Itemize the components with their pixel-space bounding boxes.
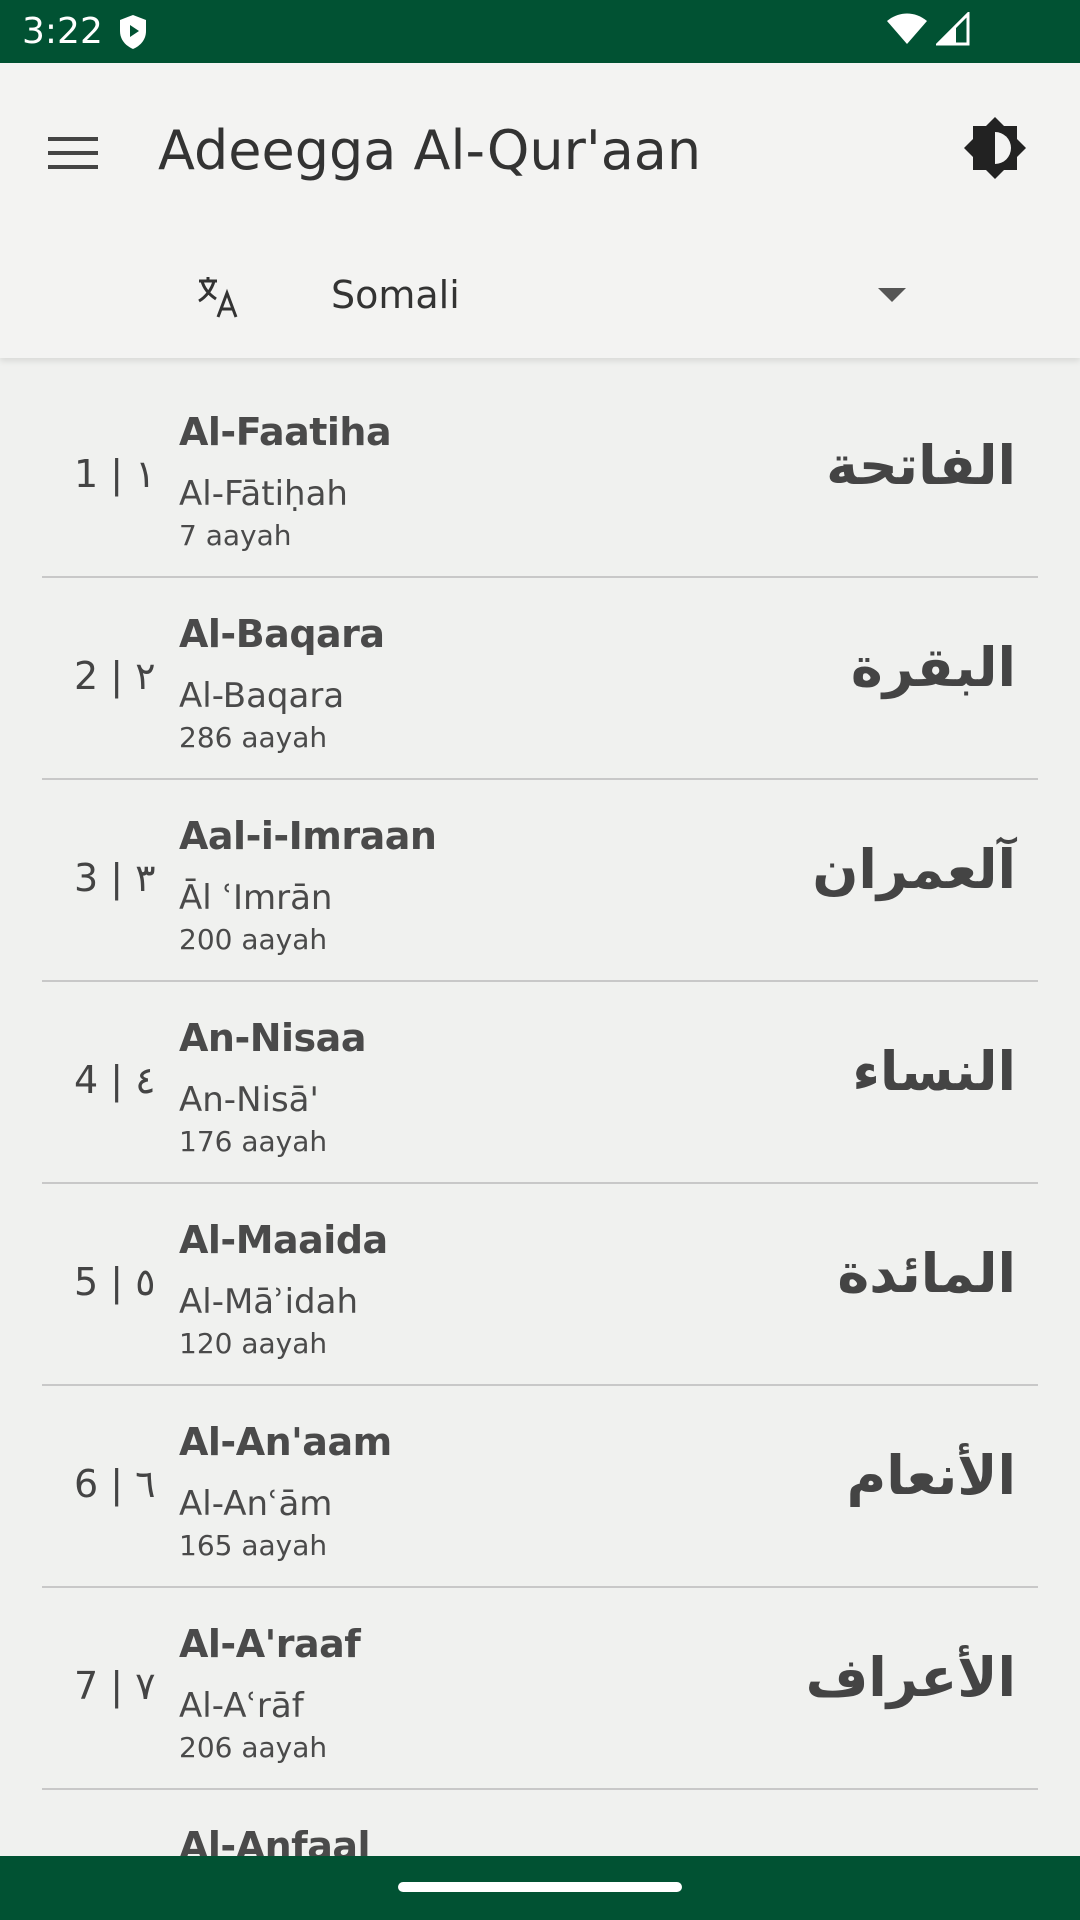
surah-transliteration: Al-Aʿrāf — [179, 1686, 304, 1726]
surah-transliteration: An-Nisā' — [179, 1080, 319, 1120]
surah-number: 1 | ١ — [74, 452, 156, 496]
surah-number: 4 | ٤ — [74, 1058, 156, 1102]
surah-verse-count: 176 aayah — [179, 1125, 328, 1158]
surah-arabic-name: الأعراف — [805, 1646, 1016, 1709]
surah-name: Al-Baqara — [179, 612, 385, 656]
list-item[interactable]: 5 | ٥ Al-Maaida Al-Māʾidah 120 aayah الم… — [42, 1184, 1038, 1386]
list-item[interactable]: 2 | ٢ Al-Baqara Al-Baqara 286 aayah البق… — [42, 578, 1038, 780]
surah-name: Al-Maaida — [179, 1218, 388, 1262]
surah-arabic-name: الفاتحة — [826, 434, 1016, 497]
surah-list: 1 | ١ Al-Faatiha Al-Fātiḥah 7 aayah الفا… — [0, 376, 1080, 1856]
surah-name: Al-Anfaal — [179, 1824, 371, 1856]
surah-arabic-name: البقرة — [850, 636, 1016, 699]
surah-transliteration: Āl ʿImrān — [179, 878, 333, 918]
status-bar: 3:22 — [0, 0, 1080, 63]
brightness-icon[interactable] — [962, 115, 1028, 181]
surah-name: An-Nisaa — [179, 1016, 366, 1060]
surah-verse-count: 7 aayah — [179, 519, 292, 552]
surah-number: 3 | ٣ — [74, 856, 156, 900]
surah-number: 2 | ٢ — [74, 654, 156, 698]
surah-arabic-name: المائدة — [837, 1242, 1016, 1305]
surah-name: Al-Faatiha — [179, 410, 392, 454]
surah-arabic-name: النساء — [852, 1040, 1016, 1103]
surah-verse-count: 286 aayah — [179, 721, 328, 754]
surah-verse-count: 206 aayah — [179, 1731, 328, 1764]
list-item[interactable]: 4 | ٤ An-Nisaa An-Nisā' 176 aayah النساء — [42, 982, 1038, 1184]
signal-icon — [936, 12, 970, 46]
surah-arabic-name: آلعمران — [812, 838, 1016, 901]
surah-transliteration: Al-Baqara — [179, 676, 345, 716]
surah-name: Al-An'aam — [179, 1420, 392, 1464]
language-label: Somali — [331, 273, 460, 317]
surah-number: 5 | ٥ — [74, 1260, 156, 1304]
app-bar: Adeegga Al-Qur'aan Somali — [0, 63, 1080, 358]
list-item[interactable]: 1 | ١ Al-Faatiha Al-Fātiḥah 7 aayah الفا… — [42, 376, 1038, 578]
surah-verse-count: 165 aayah — [179, 1529, 328, 1562]
navigation-bar — [0, 1856, 1080, 1920]
status-time: 3:22 — [22, 11, 103, 52]
wifi-icon — [887, 13, 927, 44]
surah-number: 6 | ٦ — [74, 1462, 156, 1506]
surah-verse-count: 120 aayah — [179, 1327, 328, 1360]
surah-transliteration: Al-Māʾidah — [179, 1282, 358, 1322]
surah-number: 7 | ٧ — [74, 1664, 156, 1708]
surah-arabic-name: الأنعام — [846, 1444, 1016, 1507]
home-gesture-handle[interactable] — [398, 1882, 682, 1892]
list-item[interactable]: 3 | ٣ Aal-i-Imraan Āl ʿImrān 200 aayah آ… — [42, 780, 1038, 982]
page-title: Adeegga Al-Qur'aan — [158, 119, 702, 182]
shield-icon — [119, 14, 146, 49]
status-icons — [886, 12, 970, 46]
list-item[interactable]: Al-Anfaal — [42, 1790, 1038, 1856]
surah-transliteration: Al-Anʿām — [179, 1484, 333, 1524]
menu-icon[interactable] — [48, 133, 98, 173]
surah-verse-count: 200 aayah — [179, 923, 328, 956]
list-item[interactable]: 6 | ٦ Al-An'aam Al-Anʿām 165 aayah الأنع… — [42, 1386, 1038, 1588]
surah-name: Al-A'raaf — [179, 1622, 361, 1666]
surah-name: Aal-i-Imraan — [179, 814, 437, 858]
language-selector[interactable]: Somali — [0, 263, 1080, 353]
surah-transliteration: Al-Fātiḥah — [179, 474, 348, 514]
list-item[interactable]: 7 | ٧ Al-A'raaf Al-Aʿrāf 206 aayah الأعر… — [42, 1588, 1038, 1790]
dropdown-arrow-icon[interactable] — [878, 288, 906, 302]
translate-icon — [198, 277, 238, 318]
